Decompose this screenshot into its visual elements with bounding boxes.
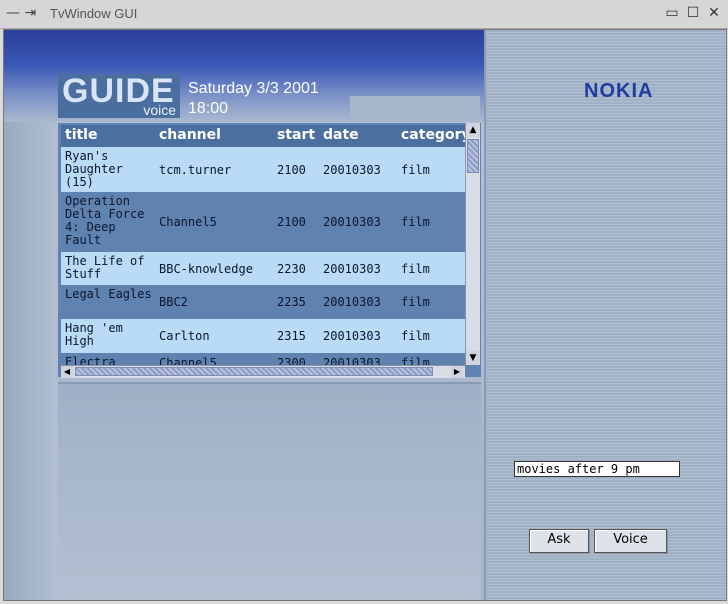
cell-channel: tcm.turner <box>159 162 232 177</box>
cell-start: 2300 <box>277 356 306 365</box>
cell-date: 20010303 <box>323 261 381 276</box>
cell-start: 2100 <box>277 162 306 177</box>
cell-date: 20010303 <box>323 356 381 365</box>
window-title: TvWindow GUI <box>50 6 138 21</box>
horizontal-scroll-thumb[interactable] <box>75 367 433 376</box>
guide-logo-subtext: voice <box>143 102 176 118</box>
cell-category: film <box>401 329 430 343</box>
cell-channel: Carlton <box>159 329 210 343</box>
cell-date: 20010303 <box>323 329 381 343</box>
column-header-date[interactable]: date <box>323 127 359 143</box>
title-bar: — ⇥ TvWindow GUI ▭ ☐ ✕ <box>0 0 728 29</box>
cell-title: Hang 'em High <box>65 321 123 348</box>
column-header-channel[interactable]: channel <box>159 127 221 143</box>
table-header: title channel start date category <box>61 125 465 147</box>
cell-date: 20010303 <box>323 295 381 309</box>
cell-title: Ryan's Daughter (15) <box>65 149 123 189</box>
cell-channel: Channel5 <box>159 215 217 229</box>
cell-date: 20010303 <box>323 162 381 177</box>
cell-category: film <box>401 295 430 309</box>
cell-channel: BBC2 <box>159 295 188 309</box>
maximize-icon[interactable]: ☐ <box>685 5 701 21</box>
cell-category: film <box>401 215 430 229</box>
cell-title: Electra <box>65 355 116 366</box>
close-icon[interactable]: ✕ <box>706 5 722 21</box>
window-menu-icon[interactable]: — ⇥ <box>6 5 36 21</box>
cell-category: film <box>401 356 430 365</box>
query-input[interactable]: movies after 9 pm <box>514 461 680 477</box>
left-strip <box>4 122 58 600</box>
guide-pane: GUIDE voice Saturday 3/3 2001 18:00 titl… <box>4 30 484 600</box>
main-window: GUIDE voice Saturday 3/3 2001 18:00 titl… <box>3 29 727 601</box>
scroll-up-icon[interactable]: ▲ <box>466 123 480 137</box>
nokia-logo: NOKIA <box>584 80 654 102</box>
cell-category: film <box>401 162 430 177</box>
minimize-icon[interactable]: ▭ <box>664 5 680 21</box>
control-pane: NOKIA movies after 9 pm Ask Voice <box>484 30 726 600</box>
response-area <box>58 382 481 600</box>
cell-title: Legal Eagles <box>65 287 152 301</box>
cell-category: film <box>401 261 430 276</box>
cell-start: 2100 <box>277 215 306 229</box>
horizontal-scrollbar[interactable]: ◀ ▶ <box>61 365 465 378</box>
table-row[interactable]: The Life of Stuff BBC-knowledge 2230 200… <box>61 252 465 285</box>
column-header-title[interactable]: title <box>65 127 97 143</box>
table-row[interactable]: Electra Channel5 2300 20010303 film <box>61 353 465 365</box>
voice-button[interactable]: Voice <box>594 529 667 553</box>
cell-start: 2315 <box>277 329 306 343</box>
cell-date: 20010303 <box>323 215 381 229</box>
cell-start: 2230 <box>277 261 306 276</box>
vertical-scrollbar[interactable]: ▲ ▼ <box>465 123 480 365</box>
scroll-left-icon[interactable]: ◀ <box>61 366 73 378</box>
table-row[interactable]: Legal Eagles BBC2 2235 20010303 film <box>61 285 465 319</box>
banner-panel <box>350 96 480 120</box>
column-header-start[interactable]: start <box>277 127 315 143</box>
current-time: 18:00 <box>188 100 229 117</box>
cell-title: Operation Delta Force 4: Deep Fault <box>65 194 145 247</box>
cell-channel: BBC-knowledge <box>159 261 253 276</box>
table-body: Ryan's Daughter (15) tcm.turner 2100 200… <box>61 147 465 365</box>
guide-logo: GUIDE voice <box>58 72 180 118</box>
ask-button[interactable]: Ask <box>529 529 589 553</box>
scroll-right-icon[interactable]: ▶ <box>451 366 463 378</box>
cell-title: The Life of Stuff <box>65 254 145 281</box>
vertical-scroll-thumb[interactable] <box>467 139 479 173</box>
cell-channel: Channel5 <box>159 356 217 365</box>
scroll-down-icon[interactable]: ▼ <box>466 351 480 365</box>
table-row[interactable]: Operation Delta Force 4: Deep Fault Chan… <box>61 192 465 252</box>
cell-start: 2235 <box>277 295 306 309</box>
program-table: title channel start date category Ryan's… <box>58 123 481 378</box>
current-date: Saturday 3/3 2001 <box>188 80 319 97</box>
column-header-category[interactable]: category <box>401 127 465 143</box>
table-row[interactable]: Hang 'em High Carlton 2315 20010303 film <box>61 319 465 353</box>
table-row[interactable]: Ryan's Daughter (15) tcm.turner 2100 200… <box>61 147 465 192</box>
